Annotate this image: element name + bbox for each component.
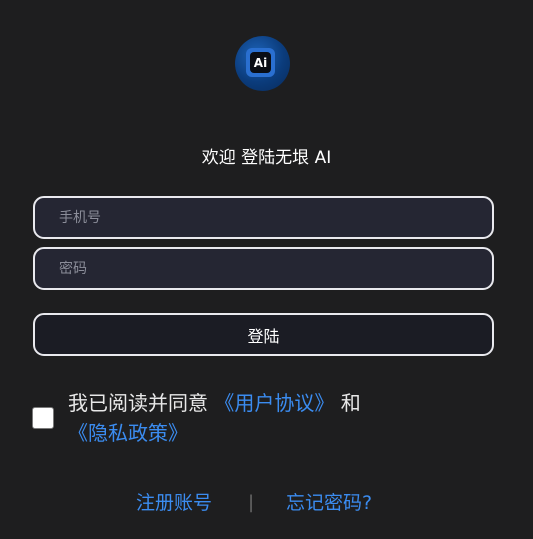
agreement-text: 我已阅读并同意 《用户协议》 和《隐私政策》 (68, 388, 398, 448)
login-button[interactable]: 登陆 (33, 313, 494, 356)
password-input[interactable] (35, 249, 492, 288)
page-title: 欢迎 登陆无垠 AI (201, 148, 332, 168)
password-field[interactable] (33, 247, 494, 290)
logo-mark: Ai (246, 48, 275, 77)
logo-text: Ai (250, 52, 271, 73)
agreement-and: 和 (334, 391, 361, 415)
register-link[interactable]: 注册账号 (136, 489, 212, 517)
footer-divider: | (248, 492, 255, 513)
user-agreement-link[interactable]: 《用户协议》 (214, 391, 334, 415)
privacy-policy-link[interactable]: 《隐私政策》 (68, 421, 188, 445)
login-page: Ai 欢迎 登陆无垠 AI 登陆 我已阅读并同意 《用户协议》 和《隐私政策》 … (0, 0, 533, 539)
forgot-password-link[interactable]: 忘记密码? (286, 489, 372, 517)
phone-input[interactable] (35, 198, 492, 237)
agreement-prefix: 我已阅读并同意 (68, 391, 215, 415)
app-logo: Ai (235, 36, 290, 91)
agreement-checkbox[interactable] (32, 407, 54, 429)
phone-field[interactable] (33, 196, 494, 239)
